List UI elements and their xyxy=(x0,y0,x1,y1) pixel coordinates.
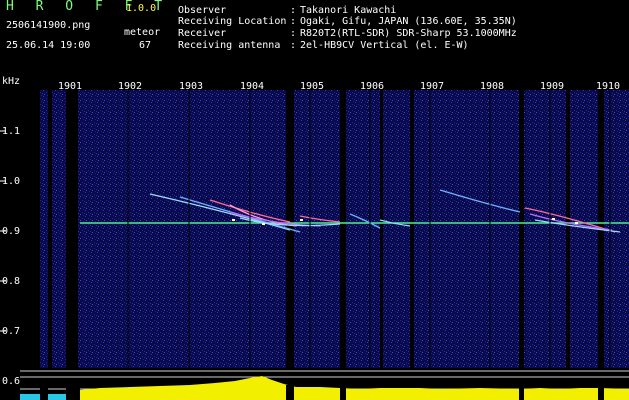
x-tick-label: 1906 xyxy=(360,81,384,92)
x-tick-label: 1910 xyxy=(596,81,620,92)
x-tick-label: 1905 xyxy=(300,81,324,92)
x-tick-label: 1901 xyxy=(58,81,82,92)
spectrum-area xyxy=(20,90,629,368)
y-tick-marks xyxy=(0,130,6,382)
power-panel xyxy=(0,368,629,400)
x-tick-label: 1904 xyxy=(240,81,264,92)
y-tick-label: 0.7 xyxy=(2,326,20,337)
x-tick-label: 1908 xyxy=(480,81,504,92)
spectrogram-plot: kHz 1.1 1.0 0.9 0.8 0.7 0.6 1901 1902 19… xyxy=(0,76,629,400)
y-axis-unit: kHz xyxy=(2,76,20,87)
y-tick-label: 0.8 xyxy=(2,276,20,287)
y-tick-label: 0.6 xyxy=(2,376,20,387)
x-tick-label: 1903 xyxy=(179,81,203,92)
x-tick-label: 1909 xyxy=(540,81,564,92)
x-tick-label: 1907 xyxy=(420,81,444,92)
y-tick-label: 1.0 xyxy=(2,176,20,187)
y-tick-label: 1.1 xyxy=(2,126,20,137)
x-tick-label: 1902 xyxy=(118,81,142,92)
y-tick-label: 0.9 xyxy=(2,226,20,237)
